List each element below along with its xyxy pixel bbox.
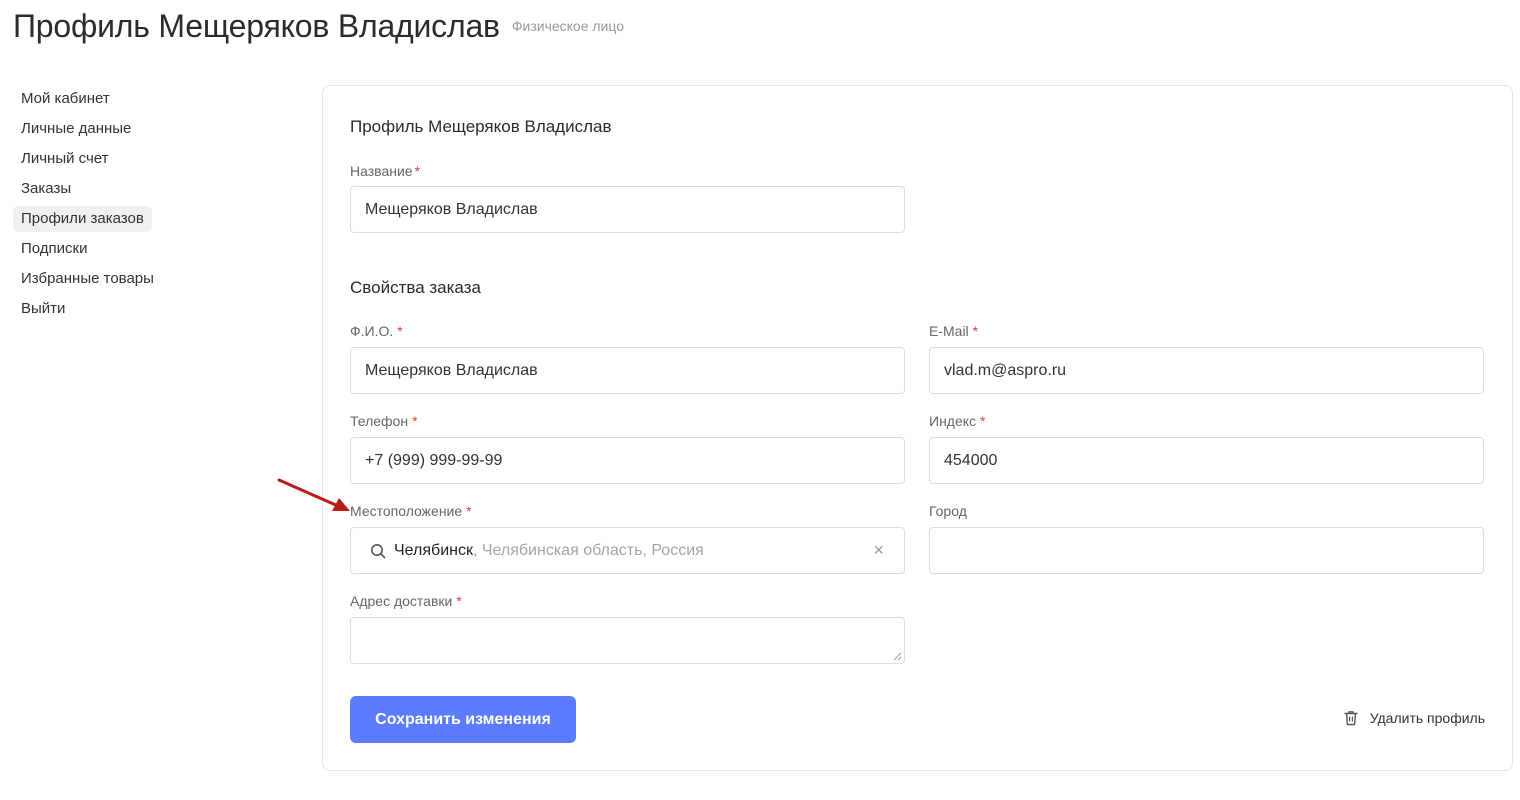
required-mark: * xyxy=(412,413,418,429)
sidebar-item-favorites[interactable]: Избранные товары xyxy=(13,266,162,292)
required-mark: * xyxy=(466,503,472,519)
profile-card: Профиль Мещеряков Владислав Название * Ме… xyxy=(322,85,1513,771)
name-input-value: Мещеряков Владислав xyxy=(365,200,538,218)
required-mark: * xyxy=(397,323,403,339)
clear-icon[interactable]: × xyxy=(873,540,884,561)
location-input[interactable]: Челябинск, Челябинская область, Россия × xyxy=(350,527,905,574)
location-label: Местоположение * xyxy=(350,503,472,519)
sidebar-item-subscriptions[interactable]: Подписки xyxy=(13,236,96,262)
phone-label: Телефон * xyxy=(350,413,418,429)
phone-input[interactable]: +7 (999) 999-99-99 xyxy=(350,437,905,484)
name-label: Название * xyxy=(350,163,421,179)
search-icon xyxy=(371,543,386,558)
email-label: E-Mail * xyxy=(929,323,979,339)
fio-input-value: Мещеряков Владислав xyxy=(365,361,538,379)
city-label: Город xyxy=(929,503,967,519)
sidebar-item-logout[interactable]: Выйти xyxy=(13,296,73,322)
annotation-arrow-icon xyxy=(277,478,350,511)
page-header: Профиль Мещеряков Владислав Физическое л… xyxy=(13,8,624,45)
sidebar-item-order-profiles[interactable]: Профили заказов xyxy=(13,206,152,232)
required-mark: * xyxy=(980,413,986,429)
email-input[interactable]: vlad.m@aspro.ru xyxy=(929,347,1484,394)
profile-heading: Профиль Мещеряков Владислав xyxy=(350,117,612,136)
delete-profile-link[interactable]: Удалить профиль xyxy=(1344,710,1485,726)
sidebar-item-orders[interactable]: Заказы xyxy=(13,176,79,202)
required-mark: * xyxy=(972,323,979,339)
sidebar-item-my-account[interactable]: Мой кабинет xyxy=(13,86,118,112)
delete-profile-label: Удалить профиль xyxy=(1369,710,1485,726)
fio-input[interactable]: Мещеряков Владислав xyxy=(350,347,905,394)
location-region-text: , Челябинская область, Россия xyxy=(472,541,704,559)
email-input-value: vlad.m@aspro.ru xyxy=(944,361,1067,379)
required-mark: * xyxy=(414,163,421,179)
city-input[interactable] xyxy=(929,527,1484,574)
index-input-value: 454000 xyxy=(944,451,998,469)
page-subtitle: Физическое лицо xyxy=(511,18,625,34)
index-input[interactable]: 454000 xyxy=(929,437,1484,484)
address-textarea[interactable] xyxy=(350,617,905,664)
properties-heading: Свойства заказа xyxy=(350,278,481,297)
save-button[interactable]: Сохранить изменения xyxy=(350,696,576,743)
index-label: Индекс * xyxy=(929,413,986,429)
sidebar-item-personal-data[interactable]: Личные данные xyxy=(13,116,139,142)
page-title: Профиль Мещеряков Владислав xyxy=(13,8,500,44)
location-city-text: Челябинск xyxy=(394,541,473,559)
address-label: Адрес доставки * xyxy=(350,593,462,609)
sidebar-item-personal-account[interactable]: Личный счет xyxy=(13,146,117,172)
sidebar: Мой кабинет Личные данные Личный счет За… xyxy=(13,86,203,326)
phone-input-value: +7 (999) 999-99-99 xyxy=(365,451,503,469)
resize-grip-icon[interactable] xyxy=(892,651,902,661)
fio-label: Ф.И.О. * xyxy=(350,323,403,339)
trash-icon xyxy=(1344,711,1358,726)
required-mark: * xyxy=(456,593,462,609)
name-input[interactable]: Мещеряков Владислав xyxy=(350,186,905,233)
